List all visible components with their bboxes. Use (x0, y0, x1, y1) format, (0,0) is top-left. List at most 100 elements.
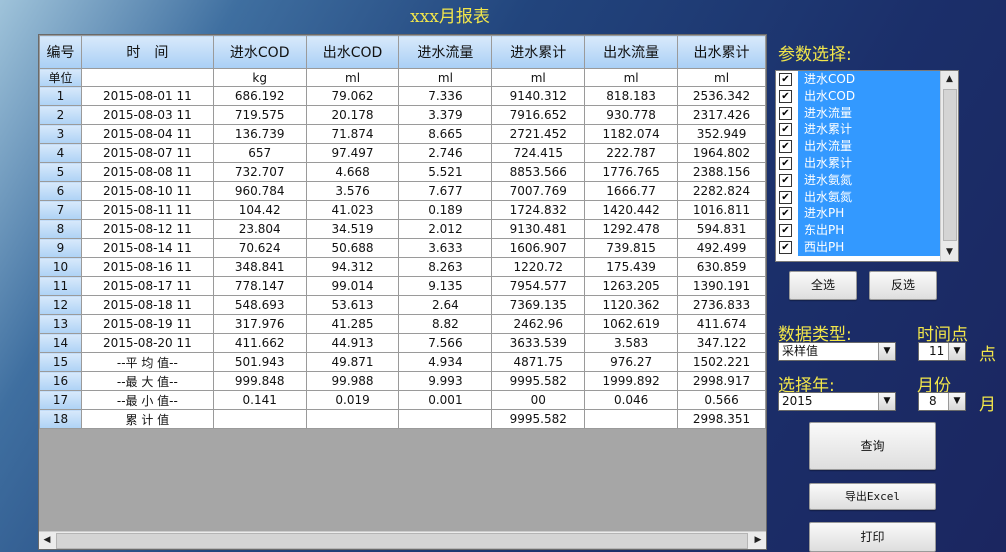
param-item-label[interactable]: 进水PH (798, 205, 940, 223)
table-cell[interactable] (398, 409, 493, 429)
row-number[interactable]: 8 (39, 219, 82, 239)
param-list-item[interactable]: ✔ 出水氨氮 (776, 188, 940, 206)
table-cell[interactable]: 104.42 (212, 200, 307, 220)
check-icon[interactable]: ✔ (779, 89, 792, 103)
table-cell[interactable]: 8.82 (398, 314, 493, 334)
table-cell[interactable]: 9140.312 (491, 86, 586, 106)
param-item-label[interactable]: 出水氨氮 (798, 188, 940, 206)
table-cell[interactable]: 1390.191 (677, 276, 766, 296)
table-row[interactable]: 3 2015-08-04 11 136.739 71.874 8.665 2721.452… (39, 124, 766, 144)
column-header[interactable]: 编号 (39, 35, 82, 69)
param-item-label[interactable]: 进水累计 (798, 121, 940, 139)
row-number[interactable]: 12 (39, 295, 82, 315)
table-cell[interactable]: 8853.566 (491, 162, 586, 182)
table-cell[interactable]: 1062.619 (584, 314, 679, 334)
param-item-label[interactable]: 进水氨氮 (798, 171, 940, 189)
table-row[interactable]: 1 2015-08-01 11 686.192 79.062 7.336 9140.312… (39, 86, 766, 106)
param-list-item[interactable]: ✔ 出水流量 (776, 138, 940, 155)
check-icon[interactable]: ✔ (779, 224, 792, 238)
table-cell[interactable]: 2015-08-07 11 (80, 143, 214, 163)
param-list-item[interactable]: ✔ 东出PH (776, 222, 940, 239)
table-cell[interactable]: 548.693 (212, 295, 307, 315)
table-cell[interactable]: 5.521 (398, 162, 493, 182)
table-cell[interactable]: 70.624 (212, 238, 307, 258)
table-cell[interactable]: --最 大 值-- (80, 371, 214, 391)
column-header[interactable]: 出水累计 (677, 35, 766, 69)
table-cell[interactable]: 724.415 (491, 143, 586, 163)
row-number[interactable]: 7 (39, 200, 82, 220)
table-cell[interactable]: 3.576 (305, 181, 400, 201)
table-cell[interactable]: 2015-08-18 11 (80, 295, 214, 315)
table-row[interactable]: 18 累 计 值 9995.582 2998.351 (39, 409, 766, 429)
table-cell[interactable]: 2998.917 (677, 371, 766, 391)
table-row[interactable]: 9 2015-08-14 11 70.624 50.688 3.633 1606.907 7… (39, 238, 766, 258)
param-list-item[interactable]: ✔ 进水流量 (776, 104, 940, 122)
table-cell[interactable]: 3633.539 (491, 333, 586, 353)
row-number[interactable]: 18 (39, 409, 82, 429)
row-number[interactable]: 13 (39, 314, 82, 334)
row-number[interactable]: 14 (39, 333, 82, 353)
param-item-label[interactable]: 出水COD (798, 87, 940, 105)
table-cell[interactable]: 348.841 (212, 257, 307, 277)
table-cell[interactable]: 0.046 (584, 390, 679, 410)
param-item-label[interactable]: 东出PH (798, 222, 940, 239)
table-cell[interactable] (212, 409, 307, 429)
check-icon[interactable]: ✔ (779, 240, 792, 254)
column-header[interactable]: 进水累计 (491, 35, 586, 69)
row-number[interactable]: 5 (39, 162, 82, 182)
param-item-label[interactable]: 进水流量 (798, 104, 940, 122)
table-cell[interactable]: 2998.351 (677, 409, 766, 429)
table-cell[interactable] (584, 409, 679, 429)
table-cell[interactable]: 00 (491, 390, 586, 410)
row-number[interactable]: 9 (39, 238, 82, 258)
param-item-label[interactable]: 出水累计 (798, 154, 940, 172)
table-cell[interactable]: 8.665 (398, 124, 493, 144)
table-cell[interactable]: 71.874 (305, 124, 400, 144)
table-cell[interactable]: 2.64 (398, 295, 493, 315)
table-cell[interactable]: 7.566 (398, 333, 493, 353)
table-cell[interactable]: 2015-08-14 11 (80, 238, 214, 258)
table-cell[interactable]: 818.183 (584, 86, 679, 106)
column-header[interactable]: 出水COD (305, 35, 400, 69)
table-row[interactable]: 6 2015-08-10 11 960.784 3.576 7.677 7007.769 1… (39, 181, 766, 201)
table-cell[interactable]: 630.859 (677, 257, 766, 277)
table-cell[interactable]: 960.784 (212, 181, 307, 201)
table-cell[interactable]: 7954.577 (491, 276, 586, 296)
table-cell[interactable]: 94.312 (305, 257, 400, 277)
column-header[interactable]: 进水COD (212, 35, 307, 69)
table-row[interactable]: 8 2015-08-12 11 23.804 34.519 2.012 9130.481 1… (39, 219, 766, 239)
scroll-up-icon[interactable]: ▲ (941, 71, 958, 88)
chevron-down-icon[interactable]: ▼ (948, 343, 965, 360)
table-cell[interactable]: 317.976 (212, 314, 307, 334)
row-number[interactable]: 10 (39, 257, 82, 277)
table-cell[interactable]: 136.739 (212, 124, 307, 144)
table-cell[interactable]: 976.27 (584, 352, 679, 372)
table-cell[interactable]: 930.778 (584, 105, 679, 125)
export-excel-button[interactable]: 导出Excel (809, 483, 936, 510)
table-cell[interactable]: 7369.135 (491, 295, 586, 315)
param-list-item[interactable]: ✔ 进水累计 (776, 121, 940, 139)
table-cell[interactable]: 53.613 (305, 295, 400, 315)
table-cell[interactable]: 2015-08-10 11 (80, 181, 214, 201)
table-cell[interactable]: 411.674 (677, 314, 766, 334)
table-cell[interactable]: 686.192 (212, 86, 307, 106)
table-cell[interactable]: 99.014 (305, 276, 400, 296)
scroll-thumb[interactable] (56, 533, 748, 549)
table-cell[interactable]: 97.497 (305, 143, 400, 163)
table-cell[interactable]: 2015-08-20 11 (80, 333, 214, 353)
check-icon[interactable]: ✔ (779, 106, 792, 120)
table-cell[interactable]: 79.062 (305, 86, 400, 106)
table-cell[interactable]: 2015-08-08 11 (80, 162, 214, 182)
table-cell[interactable]: 8.263 (398, 257, 493, 277)
table-cell[interactable]: 778.147 (212, 276, 307, 296)
table-cell[interactable]: 44.913 (305, 333, 400, 353)
table-cell[interactable]: 3.633 (398, 238, 493, 258)
table-row[interactable]: 11 2015-08-17 11 778.147 99.014 9.135 7954.57… (39, 276, 766, 296)
table-cell[interactable]: 175.439 (584, 257, 679, 277)
table-cell[interactable]: 23.804 (212, 219, 307, 239)
param-list-item[interactable]: ✔ 西出PH (776, 238, 940, 256)
param-list-item[interactable]: ✔ 进水COD (776, 71, 940, 88)
table-cell[interactable]: 2.012 (398, 219, 493, 239)
table-cell[interactable]: 2388.156 (677, 162, 766, 182)
table-cell[interactable]: 20.178 (305, 105, 400, 125)
